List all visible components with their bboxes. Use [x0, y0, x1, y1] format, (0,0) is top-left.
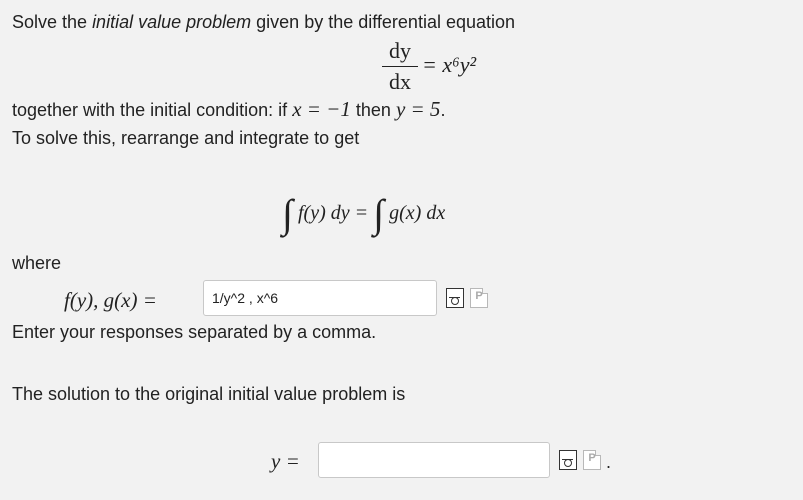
help-icon[interactable]: P	[470, 288, 488, 308]
condition-y: y = 5	[395, 97, 441, 121]
where-label: where	[12, 253, 62, 273]
integral-sign-left: ∫	[282, 191, 293, 236]
fg-answer-input[interactable]: 1/y^2 , x^6	[203, 280, 437, 316]
y-answer-input[interactable]	[318, 442, 550, 478]
integral-right: g(x) dx	[389, 202, 446, 224]
solution-prompt: The solution to the original initial val…	[12, 384, 406, 404]
preview-icon[interactable]	[446, 288, 464, 308]
fraction-bar	[382, 66, 418, 67]
rearrange-instruction: To solve this, rearrange and integrate t…	[12, 128, 360, 148]
trailing-period: .	[606, 452, 612, 472]
derivative-fraction: dy dx	[382, 38, 418, 95]
initial-condition: together with the initial condition: if …	[12, 97, 445, 122]
intro-prefix: Solve the	[12, 12, 93, 32]
fg-label: f(y), g(x) =	[64, 288, 157, 312]
condition-period: .	[440, 100, 446, 120]
condition-x: x = −1	[292, 97, 351, 121]
problem-intro: Solve the initial value problem given by…	[12, 12, 515, 33]
separator-note: Enter your responses separated by a comm…	[12, 322, 377, 342]
integral-sign-right: ∫	[373, 191, 385, 236]
fraction-denominator: dx	[389, 69, 411, 94]
condition-then: then	[355, 100, 391, 120]
fraction-numerator: dy	[389, 38, 411, 63]
condition-text: together with the initial condition: if	[12, 100, 288, 120]
integral-left: f(y) dy =	[297, 202, 369, 224]
integral-equation: ∫ f(y) dy = ∫ g(x) dx	[282, 190, 445, 237]
preview-icon-2[interactable]	[559, 450, 577, 470]
y-label: y =	[271, 449, 300, 473]
help-icon-2[interactable]: P	[583, 450, 601, 470]
equation-rhs: = x⁶y²	[422, 52, 477, 77]
intro-italic: initial value problem	[92, 12, 252, 32]
intro-suffix: given by the differential equation	[251, 12, 516, 32]
